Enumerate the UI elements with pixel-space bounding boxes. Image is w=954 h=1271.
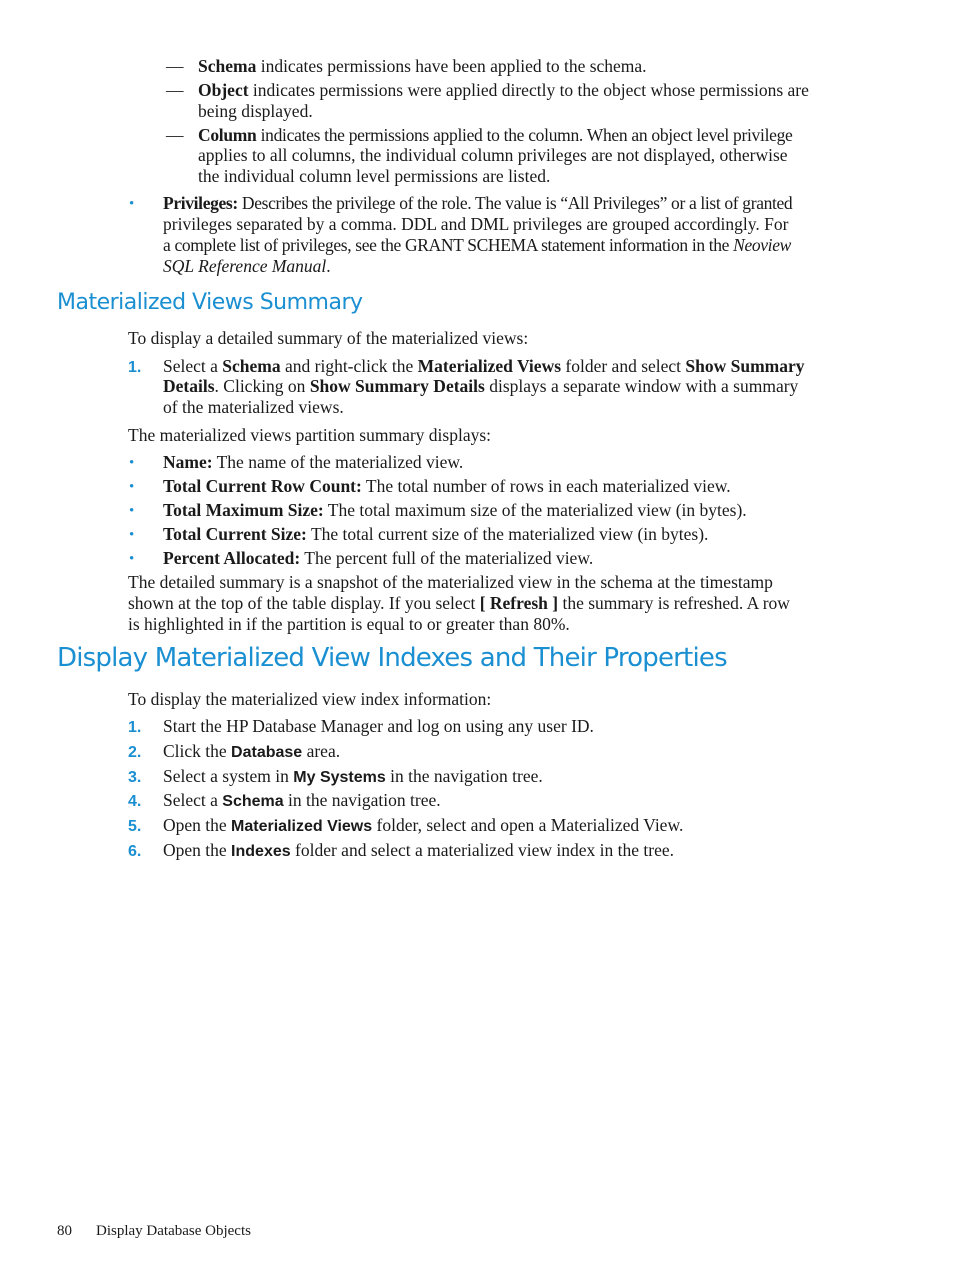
list-item: Object indicates permissions were applie… <box>198 80 809 100</box>
dash-marker: — <box>166 80 184 100</box>
section-heading-mv-indexes: Display Materialized View Indexes and Th… <box>57 643 728 673</box>
list-item: Name: The name of the materialized view. <box>163 452 464 472</box>
intro-text: To display the materialized view index i… <box>128 689 492 709</box>
step-number: 3. <box>128 769 142 786</box>
step-item: Select a Schema in the navigation tree. <box>163 790 441 810</box>
page-number: 80 <box>57 1223 72 1239</box>
bullet-marker: • <box>129 479 135 495</box>
step-item: Click the Database area. <box>163 741 341 761</box>
bullet-marker: • <box>129 503 135 519</box>
list-item: Percent Allocated: The percent full of t… <box>163 548 594 568</box>
bullet-marker: • <box>129 527 135 543</box>
list-item-continuation: the individual column level permissions … <box>198 166 551 186</box>
list-item-continuation: being displayed. <box>198 101 313 121</box>
step-item: Open the Materialized Views folder, sele… <box>163 815 684 835</box>
step-number: 5. <box>128 818 142 835</box>
step-number: 1. <box>128 719 142 736</box>
manual-title: Neoview <box>733 235 791 255</box>
step-number: 6. <box>128 843 142 860</box>
refresh-label: [ Refresh ] <box>479 593 559 613</box>
list-item: Total Current Size: The total current si… <box>163 524 709 544</box>
step-number: 1. <box>128 359 142 376</box>
step-1-line: of the materialized views. <box>163 397 344 417</box>
dash-marker: — <box>166 125 184 145</box>
step-1-line: Details. Clicking on Show Summary Detail… <box>163 376 799 396</box>
intro-text: To display a detailed summary of the mat… <box>128 328 529 348</box>
list-item: Total Current Row Count: The total numbe… <box>163 476 731 496</box>
dash-marker: — <box>166 56 184 76</box>
bullet-marker: • <box>129 196 135 212</box>
list-item-continuation: applies to all columns, the individual c… <box>198 145 788 165</box>
list-item: Total Maximum Size: The total maximum si… <box>163 500 747 520</box>
step-number: 4. <box>128 793 142 810</box>
list-item: Schema indicates permissions have been a… <box>198 56 647 76</box>
step-item: Open the Indexes folder and select a mat… <box>163 840 675 860</box>
step-1-line: Select a Schema and right-click the Mate… <box>163 356 805 376</box>
step-item: Start the HP Database Manager and log on… <box>163 716 594 736</box>
footer-section-title: Display Database Objects <box>96 1223 251 1239</box>
section-heading-mv-summary: Materialized Views Summary <box>57 290 363 315</box>
step-item: Select a system in My Systems in the nav… <box>163 766 543 786</box>
bullet-marker: • <box>129 551 135 567</box>
step-number: 2. <box>128 744 142 761</box>
list-item: Column indicates the permissions applied… <box>198 125 793 145</box>
displays-intro: The materialized views partition summary… <box>128 425 492 445</box>
manual-title: SQL Reference Manual <box>163 256 327 276</box>
bullet-marker: • <box>129 455 135 471</box>
